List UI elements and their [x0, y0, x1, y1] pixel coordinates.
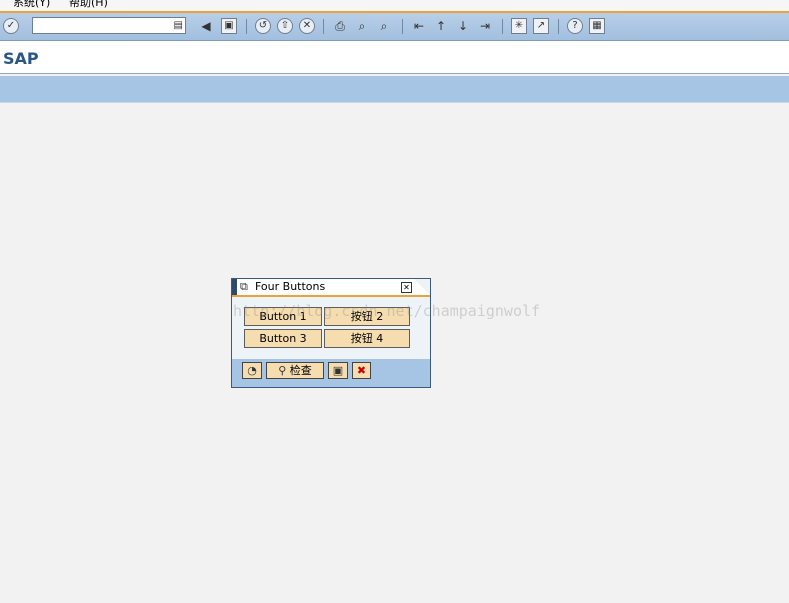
new-session-icon[interactable]: ✳	[511, 18, 527, 34]
print-icon[interactable]: ⎙	[332, 18, 348, 34]
toolbar-separator	[246, 19, 247, 34]
first-page-icon[interactable]: ⇤	[411, 18, 427, 34]
command-input[interactable]	[33, 19, 172, 33]
check-button-label: 检查	[289, 364, 312, 377]
button-1[interactable]: Button 1	[244, 307, 322, 326]
command-field[interactable]: ▤	[32, 17, 186, 34]
menu-bar: 系统(Y) 帮助(H)	[0, 0, 789, 11]
save-button[interactable]: ▣	[328, 362, 348, 379]
title-bar: SAP	[0, 41, 789, 74]
save-icon[interactable]: ▣	[221, 18, 237, 34]
page-title: SAP	[3, 49, 39, 68]
continue-button[interactable]: ◔	[242, 362, 262, 379]
cancel-x-icon: ✖	[356, 364, 367, 377]
save-icon: ▣	[332, 364, 344, 377]
menu-help[interactable]: 帮助(H)	[69, 0, 108, 10]
button-3[interactable]: Button 3	[244, 329, 322, 348]
title-corner	[414, 279, 430, 295]
find-next-icon[interactable]: ⌕	[376, 18, 392, 34]
check-button[interactable]: ⚲ 检查	[266, 362, 324, 379]
four-buttons-dialog: ⧉ Four Buttons ✕ Button 1 按钮 2 Button 3 …	[231, 278, 431, 388]
last-page-icon[interactable]: ⇥	[477, 18, 493, 34]
help-icon[interactable]: ?	[567, 18, 583, 34]
system-toolbar: ✓ ▤ ◀ ▣ ↺ ⇧ ✕ ⎙ ⌕ ⌕ ⇤ ↑ ↓ ⇥ ✳ ↗ ? ▦	[0, 13, 789, 41]
enter-icon[interactable]: ✓	[3, 18, 19, 34]
dialog-title: Four Buttons	[255, 280, 326, 293]
button-2[interactable]: 按钮 2	[324, 307, 410, 326]
cancel-button[interactable]: ✖	[352, 362, 371, 379]
find-icon[interactable]: ⌕	[354, 18, 370, 34]
toolbar-separator	[558, 19, 559, 34]
back-circle-icon[interactable]: ↺	[255, 18, 271, 34]
dropdown-icon[interactable]: ▤	[174, 19, 183, 32]
check-icon: ⚲	[278, 364, 287, 377]
exit-icon[interactable]: ⇧	[277, 18, 293, 34]
dialog-window-icon: ⧉	[240, 280, 248, 293]
shortcut-icon[interactable]: ↗	[533, 18, 549, 34]
button-4[interactable]: 按钮 4	[324, 329, 410, 348]
toolbar-separator	[323, 19, 324, 34]
cancel-icon[interactable]: ✕	[299, 18, 315, 34]
dialog-footer: ◔ ⚲ 检查 ▣ ✖	[232, 359, 430, 387]
toolbar-separator	[502, 19, 503, 34]
application-toolbar	[0, 76, 789, 103]
title-accent	[232, 279, 237, 295]
back-icon[interactable]: ◀	[198, 18, 214, 34]
clock-check-icon: ◔	[247, 364, 257, 377]
previous-page-icon[interactable]: ↑	[433, 18, 449, 34]
next-page-icon[interactable]: ↓	[455, 18, 471, 34]
layout-menu-icon[interactable]: ▦	[589, 18, 605, 34]
menu-system[interactable]: 系统(Y)	[13, 0, 50, 10]
dialog-title-bar[interactable]: ⧉ Four Buttons ✕	[232, 279, 430, 297]
toolbar-separator	[402, 19, 403, 34]
close-icon[interactable]: ✕	[401, 282, 412, 293]
